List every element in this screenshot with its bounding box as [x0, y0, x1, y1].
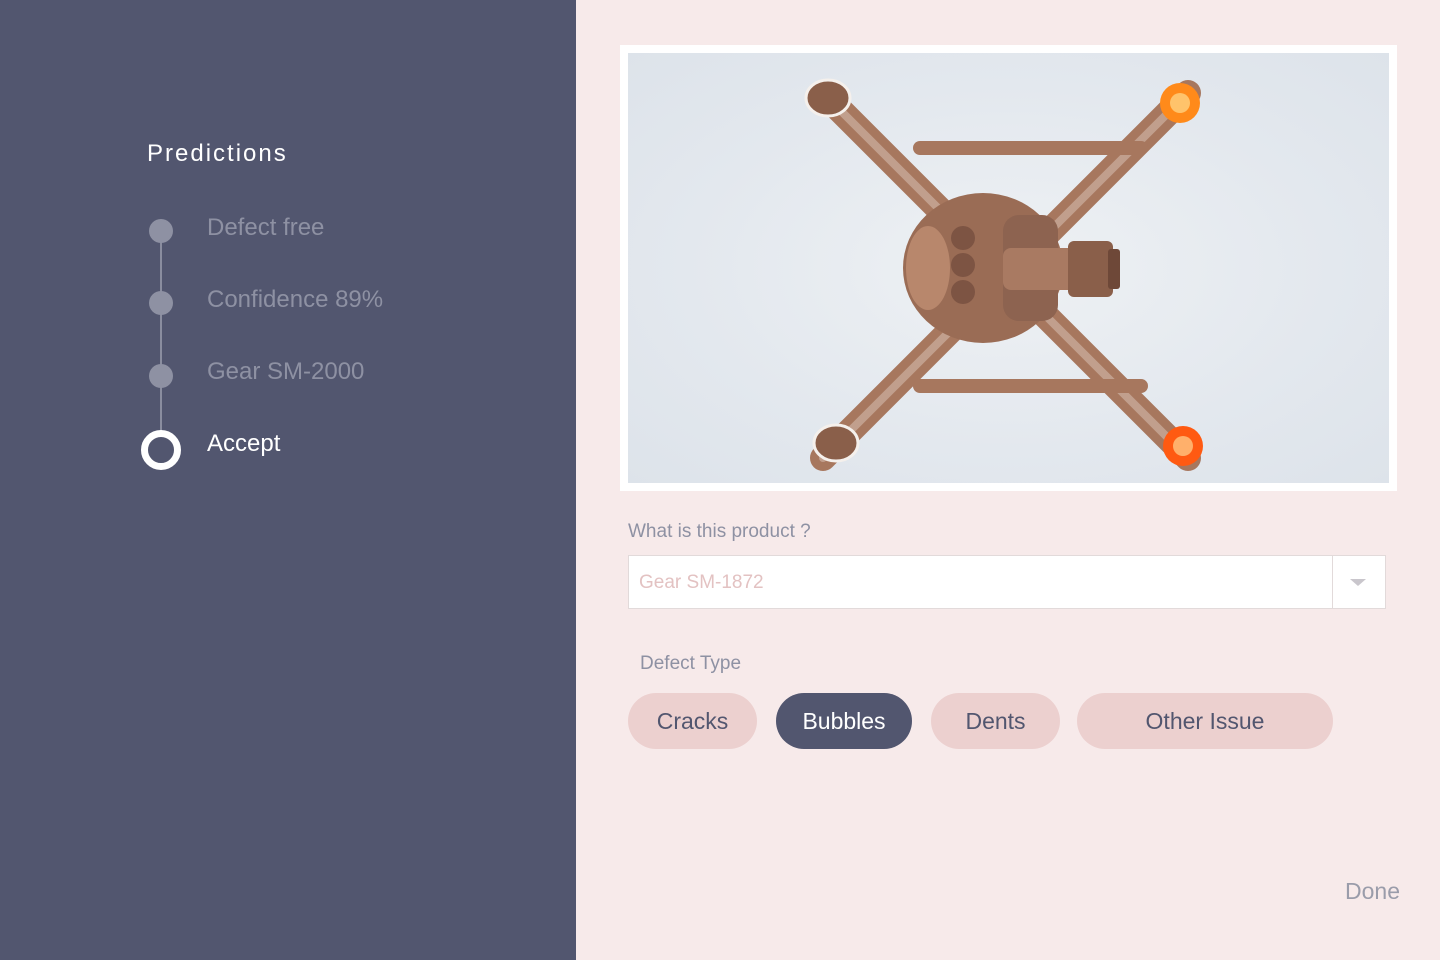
product-question-label: What is this product ?: [628, 521, 811, 542]
drone-image: [804, 78, 1203, 471]
step-dot-confidence: [149, 291, 173, 315]
product-image-frame: [620, 45, 1397, 491]
done-button[interactable]: Done: [1345, 878, 1400, 905]
main-panel: What is this product ? Gear SM-1872 Defe…: [576, 0, 1440, 960]
timeline-line: [160, 232, 162, 446]
step-label-confidence: Confidence 89%: [207, 286, 384, 313]
step-label-accept[interactable]: Accept: [207, 430, 280, 458]
select-divider: [1332, 556, 1333, 608]
chip-dents[interactable]: Dents: [931, 693, 1060, 749]
chip-other-issue[interactable]: Other Issue: [1077, 693, 1333, 749]
step-dot-defect-free: [149, 219, 173, 243]
step-dot-gear: [149, 364, 173, 388]
chevron-down-icon[interactable]: [1350, 579, 1366, 586]
chip-bubbles[interactable]: Bubbles: [776, 693, 912, 749]
product-image: [628, 53, 1389, 483]
defect-type-label: Defect Type: [640, 653, 742, 674]
product-select-value[interactable]: Gear SM-1872: [639, 572, 764, 594]
chip-cracks[interactable]: Cracks: [628, 693, 757, 749]
predictions-title: Predictions: [147, 140, 288, 167]
product-select[interactable]: Gear SM-1872: [628, 555, 1386, 609]
step-label-gear: Gear SM-2000: [207, 358, 365, 385]
sidebar: Predictions Defect free Confidence 89% G…: [0, 0, 576, 960]
step-label-defect-free: Defect free: [207, 214, 325, 241]
step-dot-accept-active[interactable]: [141, 430, 181, 470]
